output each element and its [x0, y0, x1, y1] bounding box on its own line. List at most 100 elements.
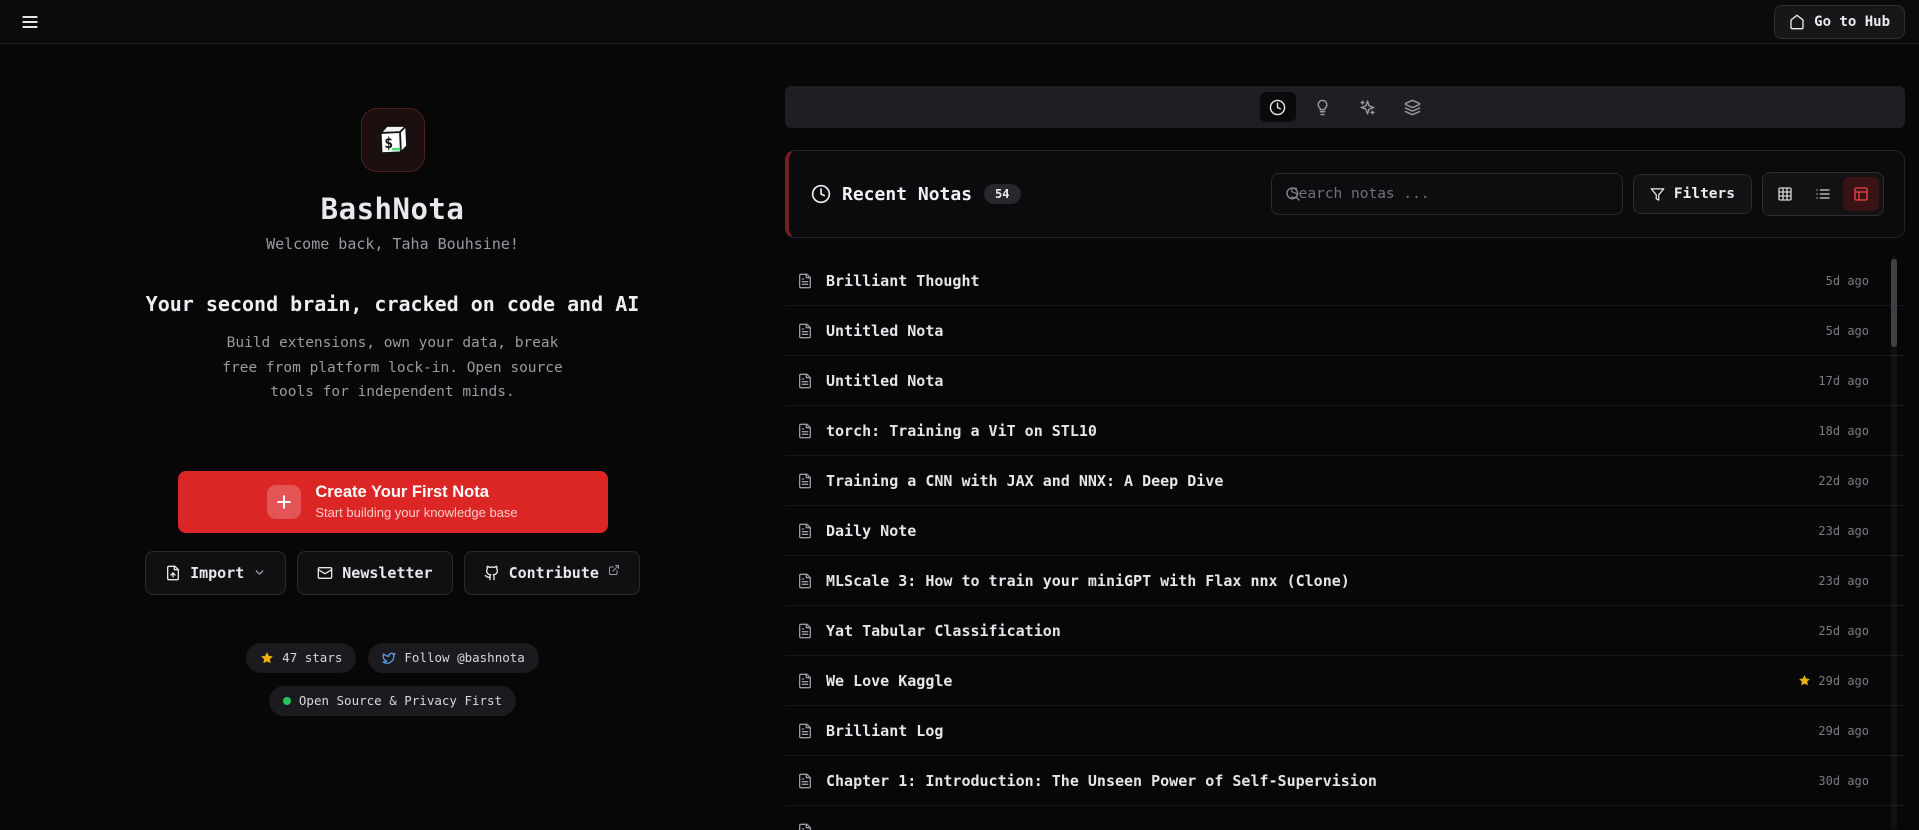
nota-list-item[interactable]: We Love Kaggle 29d ago: [785, 656, 1905, 706]
follow-label: Follow @bashnota: [404, 650, 524, 665]
app-title: BashNota: [321, 192, 465, 226]
social-badges: 47 stars Follow @bashnota: [246, 643, 539, 673]
nota-list-item[interactable]: Untitled Nota 17d ago: [785, 356, 1905, 406]
file-up-icon: [165, 565, 181, 581]
scrollbar-thumb[interactable]: [1891, 259, 1897, 347]
file-text-icon: [797, 523, 813, 539]
notas-list: Brilliant Thought 5d ago Untitled Nota 5…: [785, 256, 1905, 830]
filters-label: Filters: [1674, 186, 1735, 202]
workspace-panel: Recent Notas 54 Filters: [785, 44, 1905, 830]
nota-list-item[interactable]: [785, 806, 1905, 830]
tab-ideas-lightbulb-icon[interactable]: [1305, 92, 1341, 122]
secondary-actions: Import Newsletter Contribute: [145, 551, 640, 595]
nota-title: Yat Tabular Classification: [826, 622, 1061, 640]
nota-title: Untitled Nota: [826, 322, 943, 340]
import-label: Import: [190, 564, 244, 582]
nota-timestamp: 25d ago: [1818, 624, 1869, 638]
view-grid-icon[interactable]: [1767, 177, 1803, 211]
nota-timestamp: 17d ago: [1818, 374, 1869, 388]
create-first-nota-button[interactable]: Create Your First Nota Start building yo…: [178, 471, 608, 533]
twitter-icon: [382, 651, 396, 665]
file-text-icon: [797, 273, 813, 289]
import-button[interactable]: Import: [145, 551, 286, 595]
newsletter-button[interactable]: Newsletter: [297, 551, 452, 595]
nota-list-item[interactable]: Daily Note 23d ago: [785, 506, 1905, 556]
top-bar: Go to Hub: [0, 0, 1919, 44]
app-root: Go to Hub BashNota Welcome back, Taha Bo…: [0, 0, 1919, 830]
nota-title: Brilliant Log: [826, 722, 943, 740]
file-text-icon: [797, 323, 813, 339]
nota-timestamp: 23d ago: [1818, 524, 1869, 538]
green-dot-icon: [283, 697, 291, 705]
star-icon: [260, 651, 274, 665]
nota-list-item[interactable]: torch: Training a ViT on STL10 18d ago: [785, 406, 1905, 456]
nota-timestamp: 29d ago: [1818, 674, 1869, 688]
nota-title: Training a CNN with JAX and NNX: A Deep …: [826, 472, 1223, 490]
file-text-icon: [797, 673, 813, 689]
file-text-icon: [797, 723, 813, 739]
nota-timestamp: 23d ago: [1818, 574, 1869, 588]
nota-timestamp: 5d ago: [1826, 324, 1869, 338]
cta-subtitle: Start building your knowledge base: [315, 505, 517, 520]
tab-recent-clock-icon[interactable]: [1260, 92, 1296, 122]
tab-collections-layers-icon[interactable]: [1395, 92, 1431, 122]
open-source-label: Open Source & Privacy First: [299, 693, 502, 708]
newsletter-label: Newsletter: [342, 564, 432, 582]
scrollbar[interactable]: [1891, 256, 1897, 830]
nota-title: torch: Training a ViT on STL10: [826, 422, 1097, 440]
nota-list-item[interactable]: Brilliant Log 29d ago: [785, 706, 1905, 756]
nota-title: Chapter 1: Introduction: The Unseen Powe…: [826, 772, 1377, 790]
bash-cube-icon: [372, 119, 414, 161]
nota-timestamp: 30d ago: [1818, 774, 1869, 788]
chevron-down-icon: [253, 566, 266, 579]
github-stars-badge[interactable]: 47 stars: [246, 643, 356, 673]
section-title: Recent Notas: [842, 184, 972, 205]
file-text-icon: [797, 473, 813, 489]
follow-badge[interactable]: Follow @bashnota: [368, 643, 538, 673]
open-source-badge: Open Source & Privacy First: [269, 686, 516, 716]
view-mode-toggle: [1762, 172, 1884, 216]
search-box: [1271, 173, 1623, 215]
mail-icon: [317, 565, 333, 581]
tagline-heading: Your second brain, cracked on code and A…: [143, 291, 643, 317]
main-area: BashNota Welcome back, Taha Bouhsine! Yo…: [0, 44, 1919, 830]
nota-timestamp: 29d ago: [1818, 724, 1869, 738]
welcome-message: Welcome back, Taha Bouhsine!: [266, 235, 519, 253]
welcome-panel: BashNota Welcome back, Taha Bouhsine! Yo…: [0, 44, 785, 830]
nota-list-item[interactable]: Untitled Nota 5d ago: [785, 306, 1905, 356]
view-table-icon[interactable]: [1843, 177, 1879, 211]
nota-title: MLScale 3: How to train your miniGPT wit…: [826, 572, 1350, 590]
filters-button[interactable]: Filters: [1633, 174, 1752, 214]
recent-notas-header-card: Recent Notas 54 Filters: [785, 150, 1905, 238]
nota-timestamp: 18d ago: [1818, 424, 1869, 438]
contribute-label: Contribute: [509, 564, 599, 582]
favorite-star-icon: [1798, 674, 1811, 687]
nota-list-item[interactable]: Chapter 1: Introduction: The Unseen Powe…: [785, 756, 1905, 806]
contribute-button[interactable]: Contribute: [464, 551, 640, 595]
notas-count-badge: 54: [984, 184, 1020, 204]
nota-list-item[interactable]: MLScale 3: How to train your miniGPT wit…: [785, 556, 1905, 606]
file-text-icon: [797, 773, 813, 789]
home-icon: [1789, 14, 1805, 30]
nota-title: Brilliant Thought: [826, 272, 980, 290]
go-to-hub-button[interactable]: Go to Hub: [1774, 5, 1905, 39]
nota-title: We Love Kaggle: [826, 672, 952, 690]
file-text-icon: [797, 373, 813, 389]
nota-list-item[interactable]: Training a CNN with JAX and NNX: A Deep …: [785, 456, 1905, 506]
hamburger-menu-icon[interactable]: [14, 6, 46, 38]
search-icon: [1285, 186, 1301, 202]
nota-title: Untitled Nota: [826, 372, 943, 390]
nota-title: Daily Note: [826, 522, 916, 540]
search-input[interactable]: [1272, 174, 1622, 214]
view-switcher-toolbar: [785, 86, 1905, 128]
nota-list-item[interactable]: Yat Tabular Classification 25d ago: [785, 606, 1905, 656]
clock-icon: [811, 184, 831, 204]
nota-list-item[interactable]: Brilliant Thought 5d ago: [785, 256, 1905, 306]
tagline-description: Build extensions, own your data, break f…: [217, 331, 569, 405]
tab-ai-sparkles-icon[interactable]: [1350, 92, 1386, 122]
plus-icon: [267, 485, 301, 519]
file-text-icon: [797, 623, 813, 639]
github-icon: [484, 565, 500, 581]
view-list-icon[interactable]: [1805, 177, 1841, 211]
go-to-hub-label: Go to Hub: [1814, 14, 1890, 30]
